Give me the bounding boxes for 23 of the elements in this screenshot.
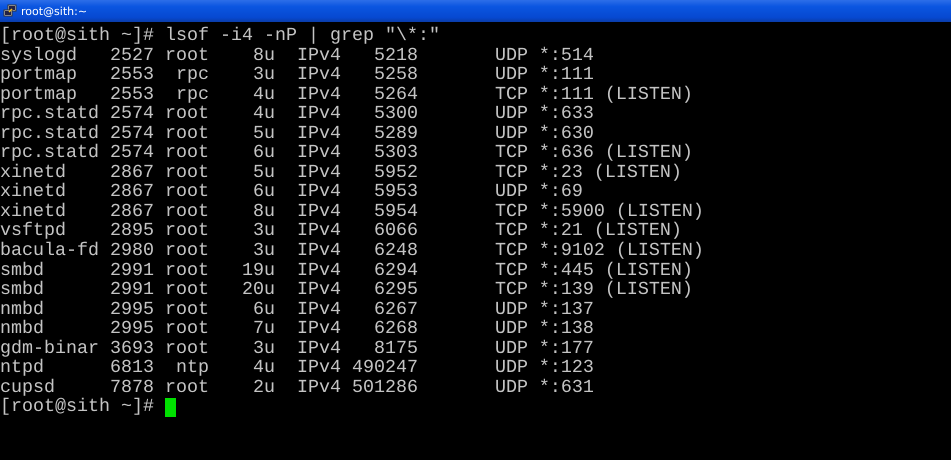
- computer-icon: [3, 4, 17, 18]
- terminal-line: ntpd 6813 ntp 4u IPv4 490247 UDP *:123: [0, 358, 594, 378]
- terminal-line: smbd 2991 root 19u IPv4 6294 TCP *:445 (LISTEN): [0, 260, 693, 280]
- terminal-line: xinetd 2867 root 6u IPv4 5953 UDP *:69: [0, 182, 583, 202]
- terminal-line: cupsd 7878 root 2u IPv4 501286 UDP *:631: [0, 378, 594, 398]
- terminal-line: [root@sith ~]# lsof -i4 -nP | grep "\*:": [0, 26, 440, 46]
- terminal-line: nmbd 2995 root 7u IPv4 6268 UDP *:138: [0, 319, 594, 339]
- terminal-line: rpc.statd 2574 root 4u IPv4 5300 UDP *:633: [0, 104, 594, 124]
- window-title: root@sith:~: [21, 4, 88, 18]
- terminal-line: syslogd 2527 root 8u IPv4 5218 UDP *:514: [0, 46, 594, 66]
- terminal-line: portmap 2553 rpc 3u IPv4 5258 UDP *:111: [0, 65, 594, 85]
- terminal-line: rpc.statd 2574 root 6u IPv4 5303 TCP *:636 (LISTEN): [0, 143, 693, 163]
- terminal-line: smbd 2991 root 20u IPv4 6295 TCP *:139 (LISTEN): [0, 280, 693, 300]
- terminal-line: rpc.statd 2574 root 5u IPv4 5289 UDP *:630: [0, 124, 594, 144]
- text-cursor: [164, 398, 176, 417]
- terminal-line: portmap 2553 rpc 4u IPv4 5264 TCP *:111 (LISTEN): [0, 84, 693, 104]
- terminal-line: bacula-fd 2980 root 3u IPv4 6248 TCP *:9102 (LISTEN): [0, 241, 704, 261]
- terminal-line: xinetd 2867 root 8u IPv4 5954 TCP *:5900 (LISTEN): [0, 202, 704, 222]
- shell-prompt: [root@sith ~]#: [0, 397, 155, 417]
- terminal-line: xinetd 2867 root 5u IPv4 5952 TCP *:23 (LISTEN): [0, 162, 682, 182]
- terminal-line: vsftpd 2895 root 3u IPv4 6066 TCP *:21 (LISTEN): [0, 221, 682, 242]
- terminal-line: gdm-binar 3693 root 3u IPv4 8175 UDP *:177: [0, 338, 594, 358]
- terminal-line: nmbd 2995 root 6u IPv4 6267 UDP *:137: [0, 300, 594, 320]
